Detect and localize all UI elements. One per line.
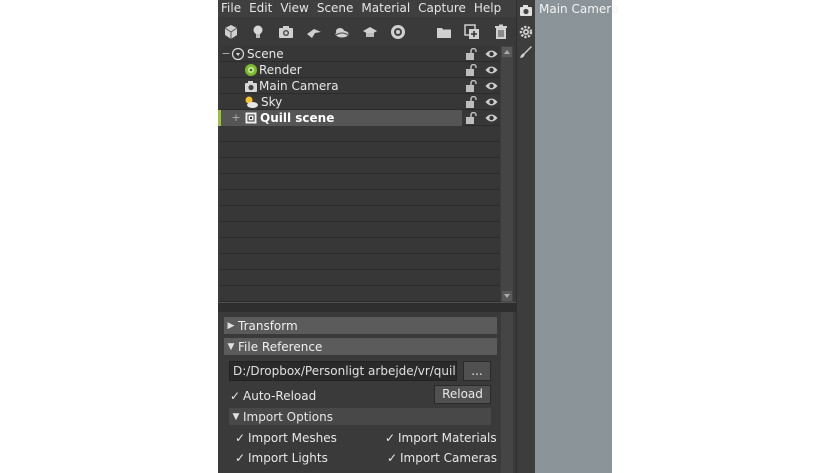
sky-icon[interactable] bbox=[333, 23, 351, 41]
disc-icon[interactable] bbox=[389, 23, 407, 41]
scroll-down-arrow-icon[interactable] bbox=[502, 291, 512, 301]
expanded-arrow-icon: ▼ bbox=[227, 341, 235, 352]
menu-view[interactable]: View bbox=[276, 0, 312, 17]
checkmark-icon: ✓ bbox=[230, 389, 241, 403]
tree-row-sky[interactable]: Sky bbox=[220, 94, 500, 110]
import-meshes-checkbox[interactable]: ✓ Import Meshes bbox=[235, 431, 337, 445]
import-lights-label: Import Lights bbox=[248, 451, 328, 465]
properties-scrollbar[interactable] bbox=[501, 312, 513, 473]
new-layer-icon[interactable] bbox=[463, 23, 481, 41]
menu-edit[interactable]: Edit bbox=[245, 0, 276, 17]
eye-icon[interactable] bbox=[485, 112, 498, 124]
expand-icon[interactable]: + bbox=[231, 112, 241, 123]
tree-row-render[interactable]: Render bbox=[220, 62, 500, 78]
row-icons bbox=[462, 46, 500, 62]
transform-section-header[interactable]: ▶ Transform bbox=[224, 317, 497, 334]
toolbar bbox=[218, 18, 516, 46]
file-reference-section-header[interactable]: ▼ File Reference bbox=[224, 338, 497, 355]
unlock-icon[interactable] bbox=[465, 64, 478, 76]
import-options-label: Import Options bbox=[243, 409, 333, 424]
layer-group-icon bbox=[245, 112, 257, 124]
active-layer-marker bbox=[218, 110, 221, 126]
tree-label-scene: Scene bbox=[247, 47, 284, 61]
tree-label-quill-scene: Quill scene bbox=[260, 111, 335, 125]
eye-icon[interactable] bbox=[485, 80, 498, 92]
row-icons bbox=[462, 78, 500, 94]
menu-scene[interactable]: Scene bbox=[313, 0, 358, 17]
checkmark-icon: ✓ bbox=[385, 431, 396, 445]
import-materials-checkbox[interactable]: ✓ Import Materials bbox=[385, 431, 497, 445]
brush-icon[interactable] bbox=[519, 45, 533, 59]
row-icons bbox=[462, 94, 500, 110]
unlock-icon[interactable] bbox=[465, 96, 478, 108]
scene-outliner: − Scene Render Main Camera Sky + Quill s… bbox=[218, 46, 500, 302]
import-meshes-label: Import Meshes bbox=[248, 431, 337, 445]
panel-splitter[interactable] bbox=[218, 302, 516, 312]
auto-reload-checkbox[interactable]: ✓ Auto-Reload bbox=[230, 389, 316, 403]
outliner-scrollbar[interactable] bbox=[501, 46, 513, 302]
camera-icon[interactable] bbox=[519, 3, 533, 17]
sky-sun-icon bbox=[245, 96, 258, 108]
import-options-header[interactable]: ▼ Import Options bbox=[229, 408, 491, 425]
scroll-up-arrow-icon[interactable] bbox=[502, 47, 512, 57]
menu-capture[interactable]: Capture bbox=[414, 0, 470, 17]
transform-label: Transform bbox=[238, 318, 298, 333]
tree-row-main-camera[interactable]: Main Camera bbox=[220, 78, 500, 94]
trash-icon[interactable] bbox=[492, 23, 510, 41]
eye-icon[interactable] bbox=[485, 48, 498, 60]
cube-icon[interactable] bbox=[222, 23, 240, 41]
import-materials-label: Import Materials bbox=[398, 431, 497, 445]
quill-app: File Edit View Scene Material Capture He… bbox=[218, 0, 619, 473]
camera-icon[interactable] bbox=[277, 23, 295, 41]
viewport-camera-title: Main Camera bbox=[539, 2, 619, 16]
browse-button[interactable]: ... bbox=[463, 361, 491, 381]
file-reference-label: File Reference bbox=[238, 339, 323, 354]
menu-help[interactable]: Help bbox=[470, 0, 505, 17]
plane-icon[interactable] bbox=[305, 23, 323, 41]
menu-file[interactable]: File bbox=[218, 0, 245, 17]
checkmark-icon: ✓ bbox=[387, 451, 398, 465]
row-icons bbox=[462, 62, 500, 78]
unlock-icon[interactable] bbox=[465, 112, 478, 124]
checkmark-icon: ✓ bbox=[235, 451, 246, 465]
viewport[interactable]: Main Camera bbox=[516, 0, 619, 473]
tree-row-scene[interactable]: − Scene bbox=[220, 46, 500, 62]
tree-row-quill-scene[interactable]: + Quill scene bbox=[218, 110, 462, 126]
checkmark-icon: ✓ bbox=[235, 431, 246, 445]
properties-panel: ▶ Transform ▼ File Reference D:/Dropbox/… bbox=[220, 312, 500, 473]
camera-icon bbox=[245, 81, 257, 92]
tree-label-main-camera: Main Camera bbox=[259, 79, 339, 93]
collapsed-arrow-icon: ▶ bbox=[227, 320, 235, 331]
file-path-field[interactable]: D:/Dropbox/Personligt arbejde/vr/quillby… bbox=[229, 361, 457, 381]
render-gear-icon bbox=[245, 64, 257, 76]
gear-icon[interactable] bbox=[519, 25, 533, 39]
scene-globe-icon bbox=[231, 47, 245, 61]
eye-icon[interactable] bbox=[485, 64, 498, 76]
cap-icon[interactable] bbox=[361, 23, 379, 41]
row-icons bbox=[462, 110, 500, 126]
expanded-arrow-icon: ▼ bbox=[232, 411, 240, 422]
light-bulb-icon[interactable] bbox=[249, 23, 267, 41]
tree-label-render: Render bbox=[259, 63, 302, 77]
import-cameras-label: Import Cameras bbox=[400, 451, 497, 465]
folder-icon[interactable] bbox=[435, 23, 453, 41]
collapse-icon[interactable]: − bbox=[221, 48, 231, 59]
import-cameras-checkbox[interactable]: ✓ Import Cameras bbox=[387, 451, 497, 465]
eye-icon[interactable] bbox=[485, 96, 498, 108]
unlock-icon[interactable] bbox=[465, 48, 478, 60]
viewport-tool-strip bbox=[517, 0, 535, 473]
tree-label-sky: Sky bbox=[261, 95, 283, 109]
menu-bar: File Edit View Scene Material Capture He… bbox=[218, 0, 516, 17]
auto-reload-label: Auto-Reload bbox=[243, 389, 317, 403]
unlock-icon[interactable] bbox=[465, 80, 478, 92]
reload-button[interactable]: Reload bbox=[434, 385, 491, 404]
menu-material[interactable]: Material bbox=[357, 0, 414, 17]
import-lights-checkbox[interactable]: ✓ Import Lights bbox=[235, 451, 328, 465]
